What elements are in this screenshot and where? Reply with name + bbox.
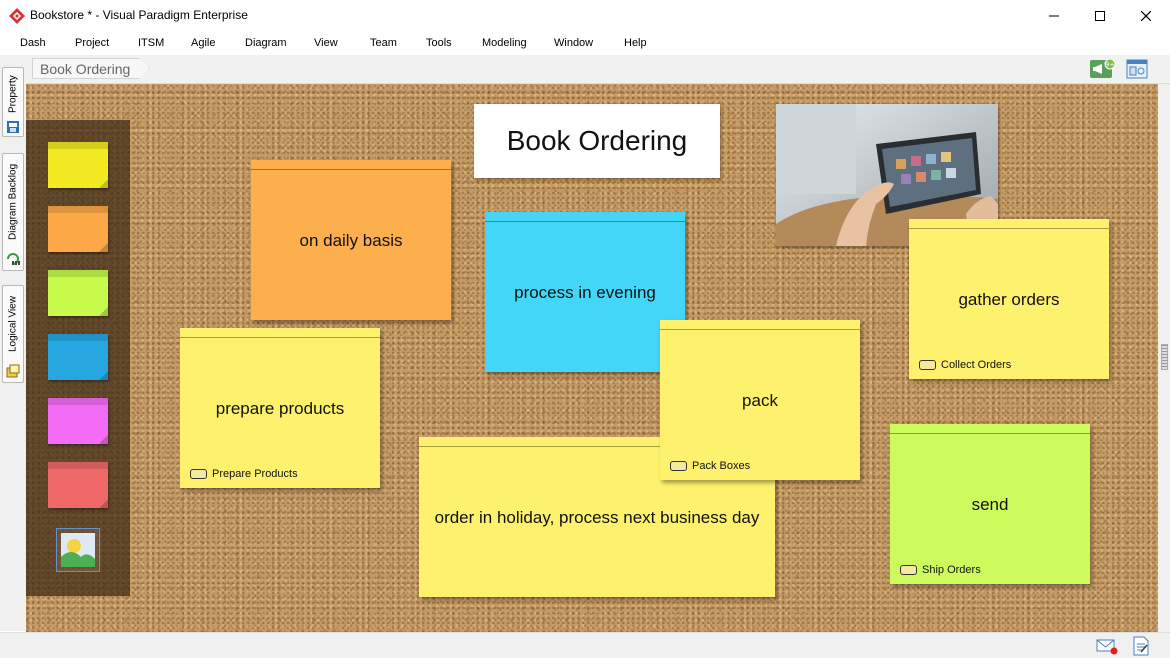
menu-view[interactable]: View — [314, 37, 338, 49]
tab-property-label: Property — [7, 75, 19, 113]
sticky-note-gather-orders[interactable]: gather orders Collect Orders — [909, 219, 1109, 379]
corkboard-canvas[interactable]: Book Ordering on daily basis process in … — [26, 84, 1158, 632]
property-icon — [7, 121, 19, 133]
panel-resize-handle[interactable] — [1161, 344, 1168, 370]
board-title[interactable]: Book Ordering — [474, 104, 720, 178]
task-reference-icon — [900, 565, 917, 575]
tab-property[interactable]: Property — [2, 67, 24, 137]
menu-diagram[interactable]: Diagram — [245, 37, 287, 49]
note-reference-label: Prepare Products — [212, 468, 298, 480]
sticky-note-pack[interactable]: pack Pack Boxes — [660, 320, 860, 480]
task-reference-icon — [670, 461, 687, 471]
palette-note-magenta[interactable] — [48, 398, 108, 444]
menu-team[interactable]: Team — [370, 37, 397, 49]
close-button[interactable] — [1123, 0, 1169, 32]
minimize-icon — [1049, 15, 1059, 17]
backlog-icon — [7, 253, 20, 265]
sticky-note-prepare-products[interactable]: prepare products Prepare Products — [180, 328, 380, 488]
note-reference-label: Collect Orders — [941, 359, 1012, 371]
minimize-button[interactable] — [1031, 0, 1077, 32]
notification-badge: 9+ — [1105, 61, 1115, 69]
side-tab-strip: Property Diagram Backlog Logical View — [0, 55, 26, 631]
note-text: pack — [742, 391, 778, 410]
announcement-icon: 9+ — [1090, 58, 1116, 78]
image-icon — [61, 533, 95, 567]
note-text: on daily basis — [299, 231, 403, 250]
menu-agile[interactable]: Agile — [191, 37, 215, 49]
palette-note-lime[interactable] — [48, 270, 108, 316]
menu-modeling[interactable]: Modeling — [482, 37, 527, 49]
menu-itsm[interactable]: ITSM — [138, 37, 164, 49]
palette-note-red[interactable] — [48, 462, 108, 508]
close-icon — [1141, 11, 1151, 21]
title-bar: Bookstore * - Visual Paradigm Enterprise — [0, 0, 1170, 32]
announcement-button[interactable]: 9+ — [1090, 58, 1116, 79]
note-reference-label: Ship Orders — [922, 564, 981, 576]
menu-project[interactable]: Project — [75, 37, 109, 49]
sticky-note-process-in-evening[interactable]: process in evening — [485, 212, 685, 372]
breadcrumb[interactable]: Book Ordering — [32, 58, 149, 79]
tab-logical-view[interactable]: Logical View — [2, 285, 24, 383]
note-reference[interactable]: Collect Orders — [919, 359, 1011, 371]
breadcrumb-bar: Book Ordering 9+ — [26, 55, 1170, 84]
diagram-navigator-button[interactable] — [1126, 59, 1148, 79]
maximize-icon — [1095, 11, 1105, 21]
visual-paradigm-logo-icon — [9, 8, 25, 24]
note-text: prepare products — [215, 399, 345, 418]
note-text: send — [971, 495, 1009, 514]
logical-view-icon — [6, 364, 20, 378]
note-reference-label: Pack Boxes — [692, 460, 751, 472]
tab-logical-view-label: Logical View — [7, 296, 19, 352]
menu-tools[interactable]: Tools — [426, 37, 452, 49]
tab-diagram-backlog[interactable]: Diagram Backlog — [2, 153, 24, 271]
window-title: Bookstore * - Visual Paradigm Enterprise — [30, 8, 248, 22]
menu-dash[interactable]: Dash — [20, 37, 46, 49]
note-reference[interactable]: Pack Boxes — [670, 460, 750, 472]
note-reference[interactable]: Ship Orders — [900, 564, 981, 576]
palette-note-orange[interactable] — [48, 206, 108, 252]
task-reference-icon — [190, 469, 207, 479]
mail-icon — [1096, 639, 1118, 655]
right-panel-rail — [1158, 84, 1170, 632]
note-reference[interactable]: Prepare Products — [190, 468, 298, 480]
document-button[interactable] — [1132, 636, 1150, 656]
sticky-note-palette — [26, 120, 130, 596]
palette-image-tool[interactable] — [56, 528, 100, 572]
menu-window[interactable]: Window — [554, 37, 593, 49]
status-bar — [0, 632, 1170, 658]
menu-bar: Dash Project ITSM Agile Diagram View Tea… — [0, 34, 1170, 54]
menu-help[interactable]: Help — [624, 37, 647, 49]
note-text: gather orders — [958, 290, 1060, 309]
sticky-note-on-daily-basis[interactable]: on daily basis — [251, 160, 451, 320]
palette-note-blue[interactable] — [48, 334, 108, 380]
note-text: order in holiday, process next business … — [434, 508, 760, 527]
maximize-button[interactable] — [1077, 0, 1123, 32]
tab-diagram-backlog-label: Diagram Backlog — [7, 163, 19, 241]
messages-button[interactable] — [1096, 637, 1118, 655]
diagram-navigator-icon — [1126, 59, 1148, 79]
palette-note-yellow[interactable] — [48, 142, 108, 188]
sticky-note-send[interactable]: send Ship Orders — [890, 424, 1090, 584]
note-text: process in evening — [514, 283, 656, 302]
document-icon — [1133, 636, 1149, 656]
task-reference-icon — [919, 360, 936, 370]
